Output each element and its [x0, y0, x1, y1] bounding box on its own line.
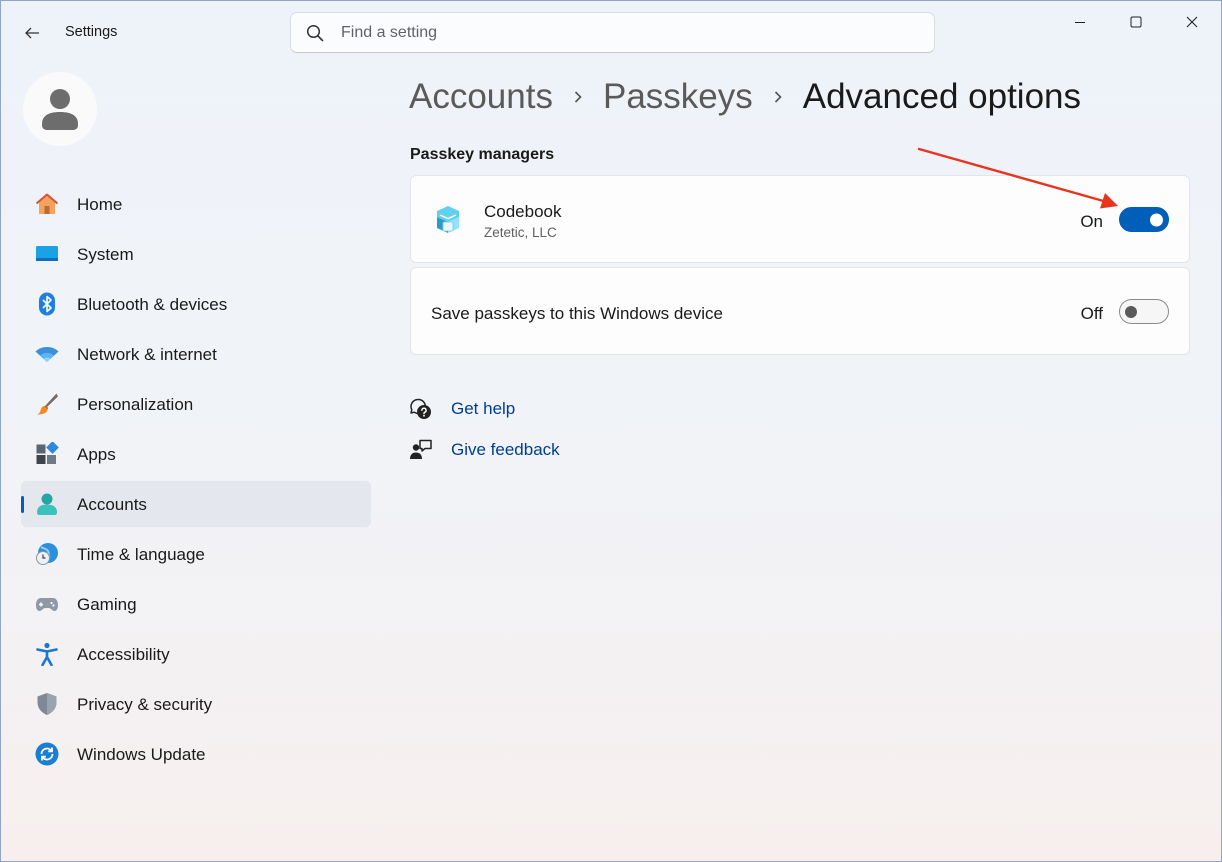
section-title: Passkey managers [410, 146, 555, 163]
sidebar-item-personalization[interactable]: Personalization [21, 381, 371, 427]
person-icon [42, 89, 78, 130]
home-icon [35, 193, 59, 214]
user-avatar[interactable] [23, 72, 97, 146]
breadcrumb: Accounts Passkeys Advanced options [409, 75, 1081, 119]
sidebar-item-gaming[interactable]: Gaming [21, 581, 371, 627]
sidebar-item-network[interactable]: Network & internet [21, 331, 371, 377]
search-icon [306, 24, 324, 42]
wifi-icon [35, 347, 59, 362]
sidebar-item-bluetooth[interactable]: Bluetooth & devices [21, 281, 371, 327]
search-box[interactable] [290, 12, 935, 53]
maximize-button[interactable] [1113, 7, 1159, 37]
sidebar-item-label: Apps [77, 445, 116, 464]
clock-globe-icon [36, 543, 58, 565]
system-icon [36, 246, 58, 261]
settings-window: Settings Home [0, 0, 1222, 862]
codebook-name: Codebook [484, 202, 562, 221]
sidebar-item-label: Network & internet [77, 345, 217, 364]
close-button[interactable] [1169, 7, 1215, 37]
accounts-icon [37, 493, 57, 515]
sidebar-nav: Home System Bluetooth & devices Network … [21, 181, 371, 781]
search-input[interactable] [341, 21, 901, 45]
sidebar-item-label: Home [77, 195, 123, 214]
get-help-link[interactable]: Get help [409, 397, 515, 421]
sidebar-item-label: Time & language [77, 545, 205, 564]
codebook-card: Codebook Zetetic, LLC On [410, 175, 1190, 263]
sidebar-item-label: Privacy & security [77, 695, 213, 714]
sidebar-item-label: Accessibility [77, 645, 170, 664]
breadcrumb-passkeys[interactable]: Passkeys [603, 77, 753, 117]
sidebar-item-label: Windows Update [77, 745, 206, 764]
brush-icon [36, 393, 58, 415]
help-icon [410, 398, 431, 419]
update-icon [35, 742, 59, 766]
bluetooth-icon [39, 292, 55, 316]
codebook-app-icon [437, 206, 459, 233]
shield-icon [37, 693, 57, 715]
codebook-publisher: Zetetic, LLC [484, 225, 557, 240]
sidebar-item-accessibility[interactable]: Accessibility [21, 631, 371, 677]
minimize-icon [1075, 22, 1085, 23]
save-passkeys-toggle-state: Off [1080, 304, 1103, 323]
toggle-knob [1125, 305, 1137, 318]
minimize-button[interactable] [1057, 7, 1103, 37]
feedback-icon [410, 439, 432, 459]
sidebar-item-label: Personalization [77, 395, 194, 414]
give-feedback-link[interactable]: Give feedback [409, 438, 560, 462]
sidebar-item-system[interactable]: System [21, 231, 371, 277]
save-passkeys-card: Save passkeys to this Windows device Off [410, 267, 1190, 355]
sidebar-item-label: Gaming [77, 595, 137, 614]
sidebar-item-time-language[interactable]: Time & language [21, 531, 371, 577]
get-help-label: Get help [451, 399, 516, 418]
gamepad-icon [36, 598, 58, 611]
page-title: Advanced options [802, 77, 1082, 116]
apps-icon [36, 442, 59, 464]
breadcrumb-accounts[interactable]: Accounts [409, 77, 553, 117]
sidebar-item-label: Accounts [77, 495, 147, 514]
save-passkeys-label: Save passkeys to this Windows device [431, 304, 723, 323]
toggle-knob [1150, 213, 1163, 226]
sidebar-item-label: Bluetooth & devices [77, 295, 228, 314]
sidebar-item-privacy[interactable]: Privacy & security [21, 681, 371, 727]
sidebar-item-apps[interactable]: Apps [21, 431, 371, 477]
give-feedback-label: Give feedback [451, 440, 560, 459]
back-button[interactable] [15, 19, 49, 47]
chevron-right-icon [553, 90, 603, 104]
codebook-toggle[interactable] [1119, 207, 1169, 232]
app-title: Settings [65, 24, 118, 40]
sidebar-item-label: System [77, 245, 134, 264]
chevron-right-icon [753, 90, 803, 104]
sidebar-item-windows-update[interactable]: Windows Update [21, 731, 371, 777]
back-arrow-icon [25, 27, 39, 39]
close-icon [1186, 16, 1198, 28]
codebook-toggle-state: On [1080, 212, 1103, 231]
accessibility-icon [36, 642, 58, 666]
sidebar-item-home[interactable]: Home [21, 181, 371, 227]
maximize-icon [1130, 16, 1142, 28]
sidebar-item-accounts[interactable]: Accounts [21, 481, 371, 527]
save-passkeys-toggle[interactable] [1119, 299, 1169, 324]
